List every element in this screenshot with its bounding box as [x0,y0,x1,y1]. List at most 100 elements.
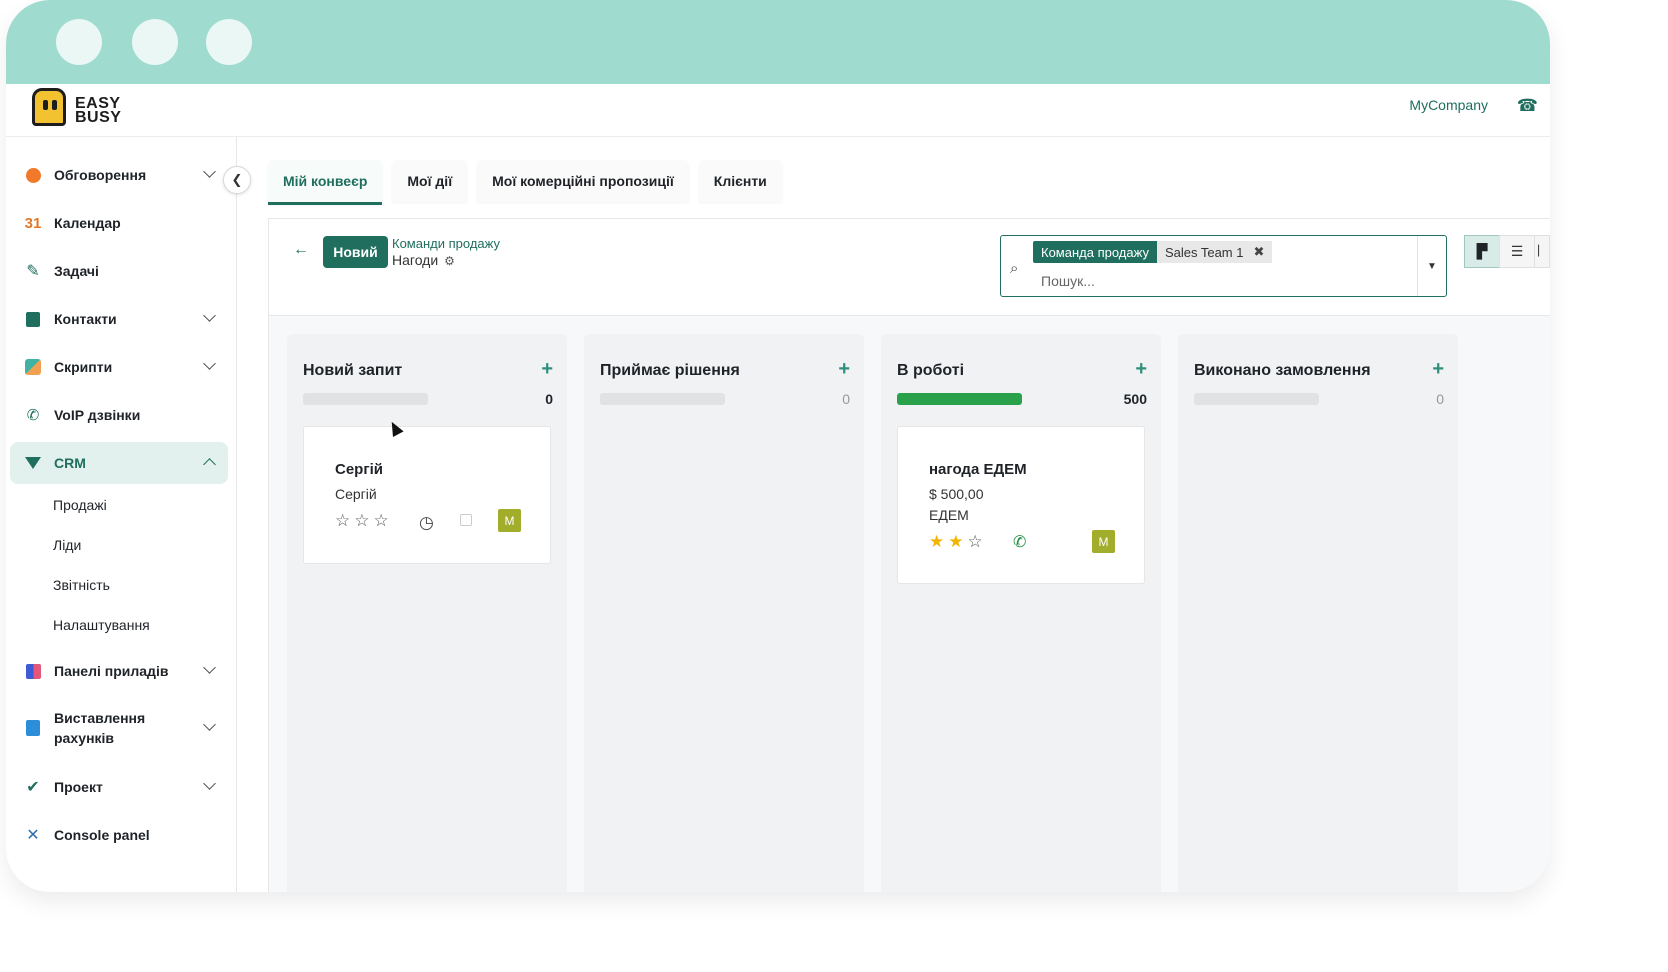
kanban-card[interactable]: нагода ЕДЕМ $ 500,00 ЕДЕМ ★ ★ ☆ ✆ M [897,426,1145,584]
window-dot-maximize[interactable] [206,19,252,65]
column-title: В роботі [897,362,965,379]
window-dot-minimize[interactable] [132,19,178,65]
checkbox-icon[interactable] [460,514,472,526]
sidebar-item-scripts[interactable]: Скрипти [10,346,228,388]
invoice-icon [24,719,42,737]
add-icon[interactable]: + [541,358,553,381]
gear-icon[interactable]: ⚙ [444,254,455,268]
window-titlebar [6,0,1550,84]
clock-icon[interactable]: ◷ [419,513,434,533]
sidebar-item-label: VoIP дзвінки [54,407,141,423]
star-icon[interactable]: ☆ [354,512,369,530]
tab-my-activities[interactable]: Мої дії [392,160,468,202]
column-count: 0 [842,391,850,407]
sidebar-item-dashboards[interactable]: Панелі приладів [10,650,228,692]
sidebar-subitem-leads[interactable]: Ліди [53,537,81,553]
column-count: 500 [1123,391,1147,407]
avatar[interactable]: M [1092,530,1115,553]
app-logo[interactable]: EASY BUSY [32,88,121,126]
facet-value-label: Sales Team 1 [1164,244,1244,260]
kanban-icon: ▛ [1476,243,1488,259]
sidebar-collapse-button[interactable]: ❮ [223,166,251,194]
scripts-icon [24,358,42,376]
add-icon[interactable]: + [838,358,850,381]
chat-icon [24,166,42,184]
chevron-down-icon [203,661,216,674]
window-dot-close[interactable] [56,19,102,65]
avatar[interactable]: M [498,509,521,532]
breadcrumb-current-label: Нагоди [392,252,439,268]
tab-my-quotations[interactable]: Мої комерційні пропозиції [477,160,689,202]
kanban-card[interactable]: Сергій Сергій ☆ ☆ ☆ ◷ M [303,426,551,564]
search-input[interactable] [1039,270,1383,292]
new-button[interactable]: Новий [323,236,388,268]
logo-line-2: BUSY [75,109,122,126]
column-progress-bar [600,393,725,405]
main-content: ← Новий Команди продажу Нагоди ⚙ ⌕ Команд… [268,218,1550,892]
sidebar-item-project[interactable]: ✔ Проект [10,766,228,808]
facet-remove-icon[interactable]: ✖ [1253,244,1264,260]
facet-value: Sales Team 1 ✖ [1156,241,1273,263]
sidebar-item-calendar[interactable]: 31 Календар [10,202,228,244]
caret-down-icon: ▼ [1427,260,1437,272]
sidebar-item-crm[interactable]: CRM [10,442,228,484]
view-switcher: ▛ ☰ ▏ [1464,235,1550,268]
sidebar-subitem-settings[interactable]: Налаштування [53,617,150,633]
phone-icon[interactable]: ☎ [1517,96,1538,116]
star-icon[interactable]: ★ [929,533,944,551]
sidebar-subitem-reports[interactable]: Звітність [53,577,110,593]
star-icon[interactable]: ☆ [968,533,983,551]
priority-stars: ☆ ☆ ☆ [335,512,389,530]
list-icon: ☰ [1510,243,1524,259]
column-progress-bar [1194,393,1319,405]
kanban-column: Новий запит + 0 Сергій Сергій ☆ ☆ ☆ ◷ M [287,334,567,892]
sidebar-item-label: Скрипти [54,359,113,375]
sidebar-item-label: Обговорення [54,167,147,183]
tab-customers[interactable]: Клієнти [698,160,782,202]
company-switcher[interactable]: MyCompany [1409,97,1488,113]
chevron-down-icon [203,357,216,370]
calendar-icon: 31 [24,214,42,232]
back-arrow-icon[interactable]: ← [293,241,309,259]
sidebar-item-console[interactable]: ✕ Console panel [10,814,228,856]
add-icon[interactable]: + [1432,358,1444,381]
sidebar-item-label: Задачі [54,263,99,279]
column-title: Новий запит [303,362,403,379]
card-title: нагода ЕДЕМ [929,461,1027,478]
card-contact: Сергій [335,486,377,502]
chart-icon: ▏ [1538,246,1546,257]
sidebar-item-label: Календар [54,215,121,231]
tab-my-pipeline[interactable]: Мій конвеєр [268,160,383,205]
column-count: 0 [545,391,553,407]
sidebar-item-contacts[interactable]: Контакти [10,298,228,340]
kanban-view-button[interactable]: ▛ [1464,235,1500,268]
column-count: 0 [1436,391,1444,407]
phone-icon: ✆ [26,407,40,424]
star-icon[interactable]: ★ [948,533,963,551]
star-icon[interactable]: ☆ [374,512,389,530]
sidebar-item-discussions[interactable]: Обговорення [10,154,228,196]
column-progress-bar [897,393,1022,405]
list-view-button[interactable]: ☰ [1499,235,1535,268]
add-icon[interactable]: + [1135,358,1147,381]
search-options-toggle[interactable]: ▼ [1417,236,1446,296]
sidebar-item-tasks[interactable]: ✎ Задачі [10,250,228,292]
control-panel: ← Новий Команди продажу Нагоди ⚙ ⌕ Команд… [269,219,1550,316]
dashboard-icon [24,662,42,680]
tab-bar: Мій конвеєр Мої дії Мої комерційні пропо… [268,160,782,205]
pen-icon: ✎ [26,263,40,280]
breadcrumb-parent[interactable]: Команди продажу [392,236,500,251]
sidebar-item-voip[interactable]: ✆ VoIP дзвінки [10,394,228,436]
sidebar-subitem-sales[interactable]: Продажі [53,497,107,513]
sidebar-item-invoicing[interactable]: Виставлення рахунків [10,703,228,753]
chevron-down-icon [203,718,216,731]
chevron-down-icon [203,165,216,178]
card-customer: ЕДЕМ [929,507,969,523]
chevron-up-icon [203,458,216,471]
column-progress-bar [303,393,428,405]
priority-stars: ★ ★ ☆ [929,533,983,551]
star-icon[interactable]: ☆ [335,512,350,530]
column-title: Приймає рішення [600,362,740,379]
graph-view-button[interactable]: ▏ [1534,235,1550,268]
phone-icon[interactable]: ✆ [1013,532,1026,552]
